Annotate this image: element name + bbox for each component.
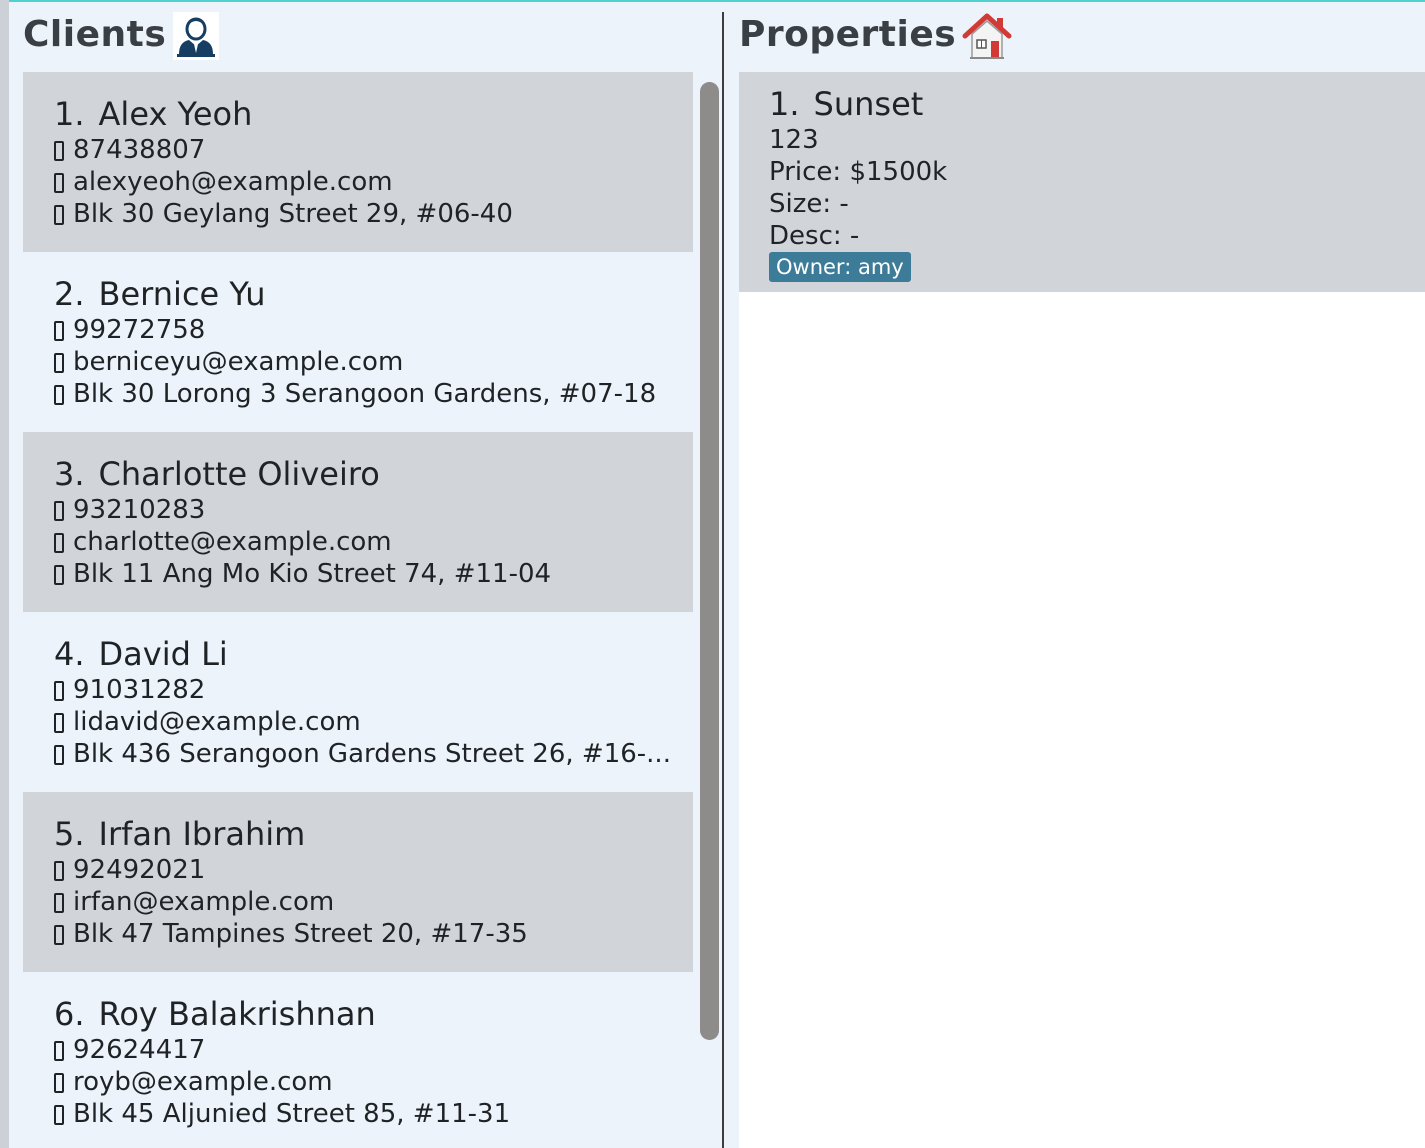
left-border-strip (0, 0, 9, 1148)
property-price: Price: $1500k (769, 157, 948, 187)
property-name: 1. Sunset (769, 84, 923, 124)
client-address-text: Blk 45 Aljunied Street 85, #11-31 (73, 1099, 511, 1129)
client-phone: 92492021 (54, 854, 205, 886)
property-index: 1. (769, 85, 800, 123)
client-address: Blk 11 Ang Mo Kio Street 74, #11-04 (54, 558, 551, 590)
client-index: 3. (54, 455, 85, 493)
client-address-text: Blk 47 Tampines Street 20, #17-35 (73, 919, 528, 949)
clients-panel-title: Clients (23, 14, 167, 55)
client-address: Blk 30 Lorong 3 Serangoon Gardens, #07-1… (54, 378, 656, 410)
phone-icon (54, 501, 64, 521)
client-address-text: Blk 436 Serangoon Gardens Street 26, #16… (73, 739, 671, 769)
client-email: royb@example.com (54, 1066, 333, 1098)
clients-panel: Clients 1. Alex Yeoh 87438807 alexyeoh@ex… (9, 2, 723, 1148)
properties-panel: Properties 1. Sunset 123 Price: $1500k S… (724, 2, 1425, 1148)
client-phone: 87438807 (54, 134, 205, 166)
client-name: 2. Bernice Yu (54, 274, 266, 314)
client-email: lidavid@example.com (54, 706, 361, 738)
address-icon (54, 745, 64, 765)
client-email-text: lidavid@example.com (73, 707, 361, 737)
address-icon (54, 205, 64, 225)
client-name: 3. Charlotte Oliveiro (54, 454, 380, 494)
email-icon (54, 893, 64, 913)
email-icon (54, 713, 64, 733)
client-address: Blk 436 Serangoon Gardens Street 26, #16… (54, 738, 671, 770)
client-list-scrollbar[interactable] (699, 72, 721, 1148)
scrollbar-thumb[interactable] (700, 82, 719, 1040)
client-index: 1. (54, 95, 85, 133)
client-email-text: berniceyu@example.com (73, 347, 404, 377)
address-icon (54, 1105, 64, 1125)
client-email-text: alexyeoh@example.com (73, 167, 393, 197)
email-icon (54, 1073, 64, 1093)
address-icon (54, 385, 64, 405)
client-address: Blk 30 Geylang Street 29, #06-40 (54, 198, 513, 230)
client-person-icon (173, 12, 219, 60)
client-name-text: Irfan Ibrahim (98, 815, 306, 853)
phone-icon (54, 141, 64, 161)
phone-icon (54, 681, 64, 701)
property-size: Size: - (769, 189, 849, 219)
client-phone: 99272758 (54, 314, 205, 346)
property-card[interactable]: 1. Sunset 123 Price: $1500k Size: - Desc:… (739, 72, 1425, 292)
client-name: 1. Alex Yeoh (54, 94, 252, 134)
email-icon (54, 353, 64, 373)
client-phone-text: 92624417 (73, 1035, 206, 1065)
client-email-text: irfan@example.com (73, 887, 335, 917)
owner-tag: Owner: amy (769, 252, 911, 282)
client-name-text: Roy Balakrishnan (98, 995, 376, 1033)
house-icon (962, 12, 1012, 60)
property-address: 123 (769, 125, 819, 155)
client-email-text: charlotte@example.com (73, 527, 392, 557)
client-email-text: royb@example.com (73, 1067, 333, 1097)
client-card[interactable]: 2. Bernice Yu 99272758 berniceyu@example.… (23, 252, 693, 432)
property-list[interactable]: 1. Sunset 123 Price: $1500k Size: - Desc:… (739, 72, 1425, 1148)
client-phone-text: 87438807 (73, 135, 206, 165)
client-name-text: David Li (98, 635, 228, 673)
client-email: alexyeoh@example.com (54, 166, 393, 198)
client-address-text: Blk 30 Lorong 3 Serangoon Gardens, #07-1… (73, 379, 657, 409)
client-email: irfan@example.com (54, 886, 334, 918)
client-email: berniceyu@example.com (54, 346, 403, 378)
client-address-text: Blk 30 Geylang Street 29, #06-40 (73, 199, 513, 229)
properties-panel-title: Properties (739, 14, 957, 55)
client-phone-text: 91031282 (73, 675, 206, 705)
client-address: Blk 45 Aljunied Street 85, #11-31 (54, 1098, 510, 1130)
client-phone-text: 99272758 (73, 315, 206, 345)
client-address-text: Blk 11 Ang Mo Kio Street 74, #11-04 (73, 559, 552, 589)
phone-icon (54, 861, 64, 881)
client-list[interactable]: 1. Alex Yeoh 87438807 alexyeoh@example.co… (23, 72, 693, 1148)
client-phone-text: 93210283 (73, 495, 206, 525)
client-phone: 91031282 (54, 674, 205, 706)
client-name: 6. Roy Balakrishnan (54, 994, 376, 1034)
phone-icon (54, 321, 64, 341)
client-name-text: Charlotte Oliveiro (98, 455, 380, 493)
app-window: Clients 1. Alex Yeoh 87438807 alexyeoh@ex… (0, 0, 1425, 1148)
property-description: Desc: - (769, 221, 860, 251)
client-name-text: Alex Yeoh (98, 95, 253, 133)
address-icon (54, 925, 64, 945)
client-name: 4. David Li (54, 634, 228, 674)
client-card[interactable]: 5. Irfan Ibrahim 92492021 irfan@example.c… (23, 792, 693, 972)
client-name: 5. Irfan Ibrahim (54, 814, 305, 854)
client-index: 4. (54, 635, 85, 673)
address-icon (54, 565, 64, 585)
client-phone: 93210283 (54, 494, 205, 526)
client-phone-text: 92492021 (73, 855, 206, 885)
email-icon (54, 533, 64, 553)
client-card[interactable]: 1. Alex Yeoh 87438807 alexyeoh@example.co… (23, 72, 693, 252)
client-card[interactable]: 4. David Li 91031282 lidavid@example.com … (23, 612, 693, 792)
client-index: 2. (54, 275, 85, 313)
client-name-text: Bernice Yu (98, 275, 266, 313)
client-address: Blk 47 Tampines Street 20, #17-35 (54, 918, 528, 950)
client-email: charlotte@example.com (54, 526, 392, 558)
property-name-text: Sunset (813, 85, 924, 123)
client-index: 5. (54, 815, 85, 853)
client-phone: 92624417 (54, 1034, 205, 1066)
client-card[interactable]: 6. Roy Balakrishnan 92624417 royb@example… (23, 972, 693, 1148)
client-index: 6. (54, 995, 85, 1033)
client-card[interactable]: 3. Charlotte Oliveiro 93210283 charlotte@… (23, 432, 693, 612)
email-icon (54, 173, 64, 193)
phone-icon (54, 1041, 64, 1061)
